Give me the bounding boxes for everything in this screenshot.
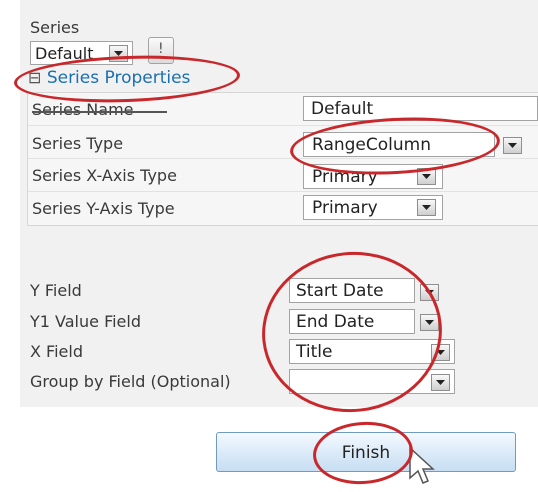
grid-divider <box>28 191 538 192</box>
series-name-value: Default <box>311 99 374 119</box>
chevron-down-icon <box>422 205 431 210</box>
series-type-label: Series Type <box>32 134 124 153</box>
add-series-label: ! <box>158 41 164 57</box>
series-y-axis-type-label: Series Y-Axis Type <box>32 199 175 218</box>
y1-value-field-label: Y1 Value Field <box>30 312 141 331</box>
y-field-label: Y Field <box>30 281 82 300</box>
series-type-dropdown-button[interactable] <box>503 137 522 154</box>
series-x-axis-type-label: Series X-Axis Type <box>32 166 177 185</box>
group-by-field-dropdown-button[interactable] <box>431 374 450 391</box>
series-y-axis-type-select[interactable]: Primary <box>303 195 443 220</box>
chevron-down-icon <box>436 380 445 385</box>
series-label: Series <box>30 18 80 37</box>
series-name-label: Series Name <box>32 100 134 119</box>
x-field-label: X Field <box>30 342 83 361</box>
series-y-axis-type-value: Primary <box>312 198 378 218</box>
chevron-down-icon <box>508 143 517 148</box>
group-by-field-label: Group by Field (Optional) <box>30 372 231 391</box>
y-axis-dropdown-button[interactable] <box>417 199 436 216</box>
strike-line <box>32 111 167 113</box>
chevron-down-icon <box>422 174 431 179</box>
